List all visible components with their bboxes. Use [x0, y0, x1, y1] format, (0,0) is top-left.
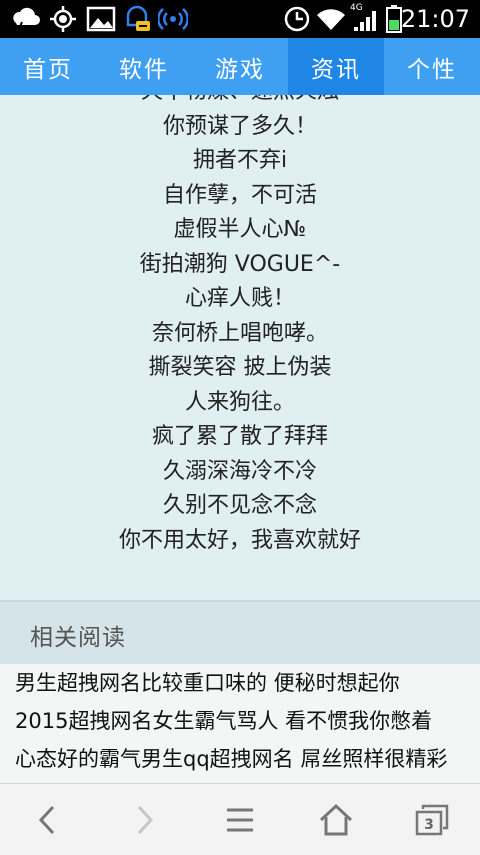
- tab-label: 首页: [23, 56, 73, 83]
- tab-software[interactable]: 软件: [96, 38, 192, 95]
- article-line: 久溺深海冷不冷: [162, 458, 317, 484]
- back-button[interactable]: [0, 784, 96, 855]
- status-bar: 4G 21:07: [0, 0, 480, 38]
- tabs-icon: 3: [415, 804, 449, 835]
- article-line: 天干物燥、速点火烛: [0, 95, 480, 110]
- home-button[interactable]: [288, 784, 384, 855]
- related-header: 相关阅读: [0, 602, 480, 664]
- alarm-icon: [284, 6, 310, 32]
- home-icon: [319, 803, 353, 835]
- tab-label: 资讯: [311, 56, 361, 83]
- wifi-icon: [317, 9, 345, 30]
- tab-label: 游戏: [215, 56, 265, 83]
- article-line: 心痒人贱！: [184, 286, 295, 311]
- article-line: 人来狗往。: [184, 389, 295, 415]
- tab-label: 软件: [119, 56, 169, 83]
- chevron-left-icon: [38, 805, 55, 834]
- weather-icon: [13, 7, 40, 33]
- top-nav: 首页 软件 游戏 资讯 个性: [0, 38, 480, 95]
- related-link[interactable]: 男生超拽网名比较重口味的 便秘时想起你: [0, 664, 480, 702]
- article-line: 你预谋了多久！: [162, 113, 317, 139]
- tab-home[interactable]: 首页: [0, 38, 96, 95]
- forward-button[interactable]: [96, 784, 192, 855]
- related-title: 相关阅读: [30, 625, 126, 651]
- browser-toolbar: 3: [0, 783, 480, 855]
- message-icon: [126, 5, 150, 31]
- tab-personal[interactable]: 个性: [384, 38, 480, 95]
- clock: 21:07: [400, 5, 470, 33]
- tab-label: 个性: [407, 56, 457, 83]
- article-line: 疯了累了散了拜拜: [151, 424, 328, 449]
- gps-icon: [50, 6, 76, 32]
- article-line: 拥者不弃i: [192, 148, 288, 173]
- article-line: 撕裂笑容 披上伪装: [148, 355, 332, 380]
- related-list: 男生超拽网名比较重口味的 便秘时想起你 2015超拽网名女生霸气骂人 看不惯我你…: [0, 664, 480, 784]
- article-line: 你不用太好，我喜欢就好: [118, 527, 361, 553]
- article-line: 街拍潮狗 VOGUE^-: [139, 251, 341, 277]
- article-line: 久别不见念不念: [162, 493, 317, 518]
- signal-icon: [354, 11, 376, 31]
- article-lines: 天干物燥、速点火烛 你预谋了多久！ 拥者不弃i 自作孽，不可活 虚假半人心№ 街…: [0, 95, 480, 558]
- chevron-right-icon: [137, 805, 154, 834]
- article-line: 奈何桥上唱咆哮。: [151, 320, 328, 346]
- article-line: 虚假半人心№: [173, 217, 307, 242]
- related-link[interactable]: 心态好的霸气男生qq超拽网名 屌丝照样很精彩: [0, 740, 480, 778]
- hotspot-icon: [158, 8, 188, 30]
- image-icon: [86, 6, 116, 32]
- menu-button[interactable]: [192, 784, 288, 855]
- article-content[interactable]: 天干物燥、速点火烛 你预谋了多久！ 拥者不弃i 自作孽，不可活 虚假半人心№ 街…: [0, 95, 480, 600]
- menu-icon: [227, 808, 253, 831]
- tab-games[interactable]: 游戏: [192, 38, 288, 95]
- tabs-button[interactable]: 3: [384, 784, 480, 855]
- tab-count: 3: [424, 817, 434, 833]
- tab-news[interactable]: 资讯: [288, 38, 384, 95]
- related-link[interactable]: 2015超拽网名女生霸气骂人 看不惯我你憋着: [0, 702, 480, 740]
- article-line: 自作孽，不可活: [162, 182, 317, 208]
